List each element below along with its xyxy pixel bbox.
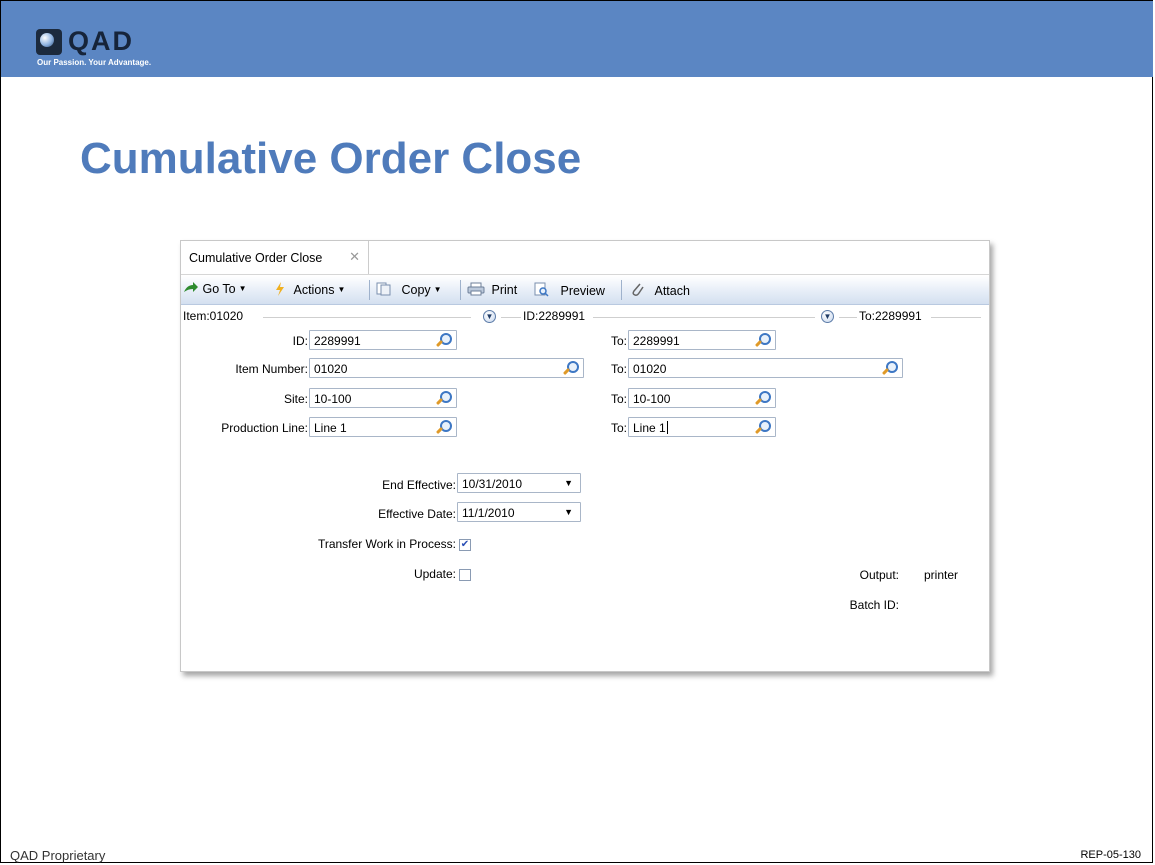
qad-logo-icon [36,29,62,55]
lookup-search-icon[interactable] [435,332,452,348]
section-header-row: Item:01020 ▼ ID:2289991 ▼ To:2289991 [181,309,989,325]
to-item-label: To: [610,362,627,376]
goto-label: Go To [202,282,236,296]
effective-date-combo[interactable]: 11/1/2010 ▼ [457,502,581,522]
dropdown-arrow-icon: ▼ [337,285,346,294]
toolbar-divider [460,280,461,300]
checkmark-icon: ✔ [460,539,470,550]
toolbar: Go To ▼ Actions ▼ Copy ▼ Print Preview Atta… [181,276,989,305]
update-label: Update: [413,567,456,581]
effective-date-label: Effective Date: [378,507,456,521]
lookup-search-icon[interactable] [754,419,771,435]
app-window: Cumulative Order Close ✕ Go To ▼ Actions ▼… [180,240,990,672]
item-number-input[interactable]: 01020 [309,358,584,378]
expand-chevron-icon[interactable]: ▼ [483,310,496,323]
end-effective-value: 10/31/2010 [462,477,523,491]
output-value: printer [923,568,958,582]
section-divider [263,317,471,318]
lookup-search-icon[interactable] [435,390,452,406]
to-item-input[interactable]: 01020 [628,358,903,378]
preview-icon [534,282,549,297]
copy-button[interactable]: Copy ▼ [376,282,442,297]
attach-label: Attach [654,284,690,298]
preview-label: Preview [560,284,605,298]
actions-label: Actions [293,283,335,297]
section-divider [593,317,815,318]
section-divider [931,317,981,318]
transfer-wip-checkbox[interactable]: ✔ [459,539,471,551]
print-button[interactable]: Print [467,282,517,297]
effective-date-value: 11/1/2010 [462,506,515,520]
toolbar-divider [369,280,370,300]
logo-text: QAD [68,26,134,56]
lookup-search-icon[interactable] [754,390,771,406]
section-divider [839,317,857,318]
end-effective-combo[interactable]: 10/31/2010 ▼ [457,473,581,493]
update-checkbox[interactable] [459,569,471,581]
lookup-search-icon[interactable] [881,360,898,376]
printer-icon [467,282,485,296]
copy-label: Copy [401,283,431,297]
item-number-label: Item Number: [235,362,308,376]
print-label: Print [491,283,518,297]
section-item-label: Item:01020 [183,309,248,323]
lookup-search-icon[interactable] [435,419,452,435]
end-effective-label: End Effective: [382,478,456,492]
dropdown-arrow-icon[interactable]: ▼ [564,507,573,517]
slide-title: Cumulative Order Close [80,134,582,183]
header-banner: QAD Our Passion. Your Advantage. [1,1,1153,77]
tab-strip: Cumulative Order Close ✕ [181,241,989,275]
logo-tagline: Our Passion. Your Advantage. [37,58,152,67]
to-line-value: Line 1 [633,421,666,435]
expand-chevron-icon[interactable]: ▼ [821,310,834,323]
preview-button[interactable]: Preview [533,282,605,298]
tab-label: Cumulative Order Close [189,250,323,265]
goto-button[interactable]: Go To ▼ [183,282,247,296]
production-line-label: Production Line: [221,421,308,435]
lookup-search-icon[interactable] [562,360,579,376]
dropdown-arrow-icon: ▼ [238,284,247,293]
id-label: ID: [292,334,308,348]
footer-slide-code: REP-05-130 [1080,849,1141,861]
batch-id-label: Batch ID: [849,598,899,612]
section-to-label: To:2289991 [859,309,926,323]
footer-proprietary: QAD Proprietary [10,848,106,863]
output-label: Output: [859,568,899,582]
text-cursor [666,421,668,434]
close-icon[interactable]: ✕ [349,249,360,265]
section-divider [501,317,521,318]
toolbar-divider [621,280,622,300]
section-id-label: ID:2289991 [523,309,590,323]
lightning-icon [276,282,284,296]
copy-icon [376,282,391,296]
to-line-label: To: [610,421,627,435]
tab-cumulative-order-close[interactable]: Cumulative Order Close ✕ [181,241,369,274]
transfer-wip-label: Transfer Work in Process: [317,537,456,551]
site-label: Site: [283,392,308,406]
paperclip-icon [632,283,644,296]
lookup-search-icon[interactable] [754,332,771,348]
to-site-label: To: [610,392,627,406]
dropdown-arrow-icon[interactable]: ▼ [564,478,573,488]
to-id-label: To: [610,334,627,348]
dropdown-arrow-icon: ▼ [433,285,442,294]
goto-arrow-icon [184,282,198,292]
attach-button[interactable]: Attach [631,282,690,298]
actions-button[interactable]: Actions ▼ [275,282,345,297]
